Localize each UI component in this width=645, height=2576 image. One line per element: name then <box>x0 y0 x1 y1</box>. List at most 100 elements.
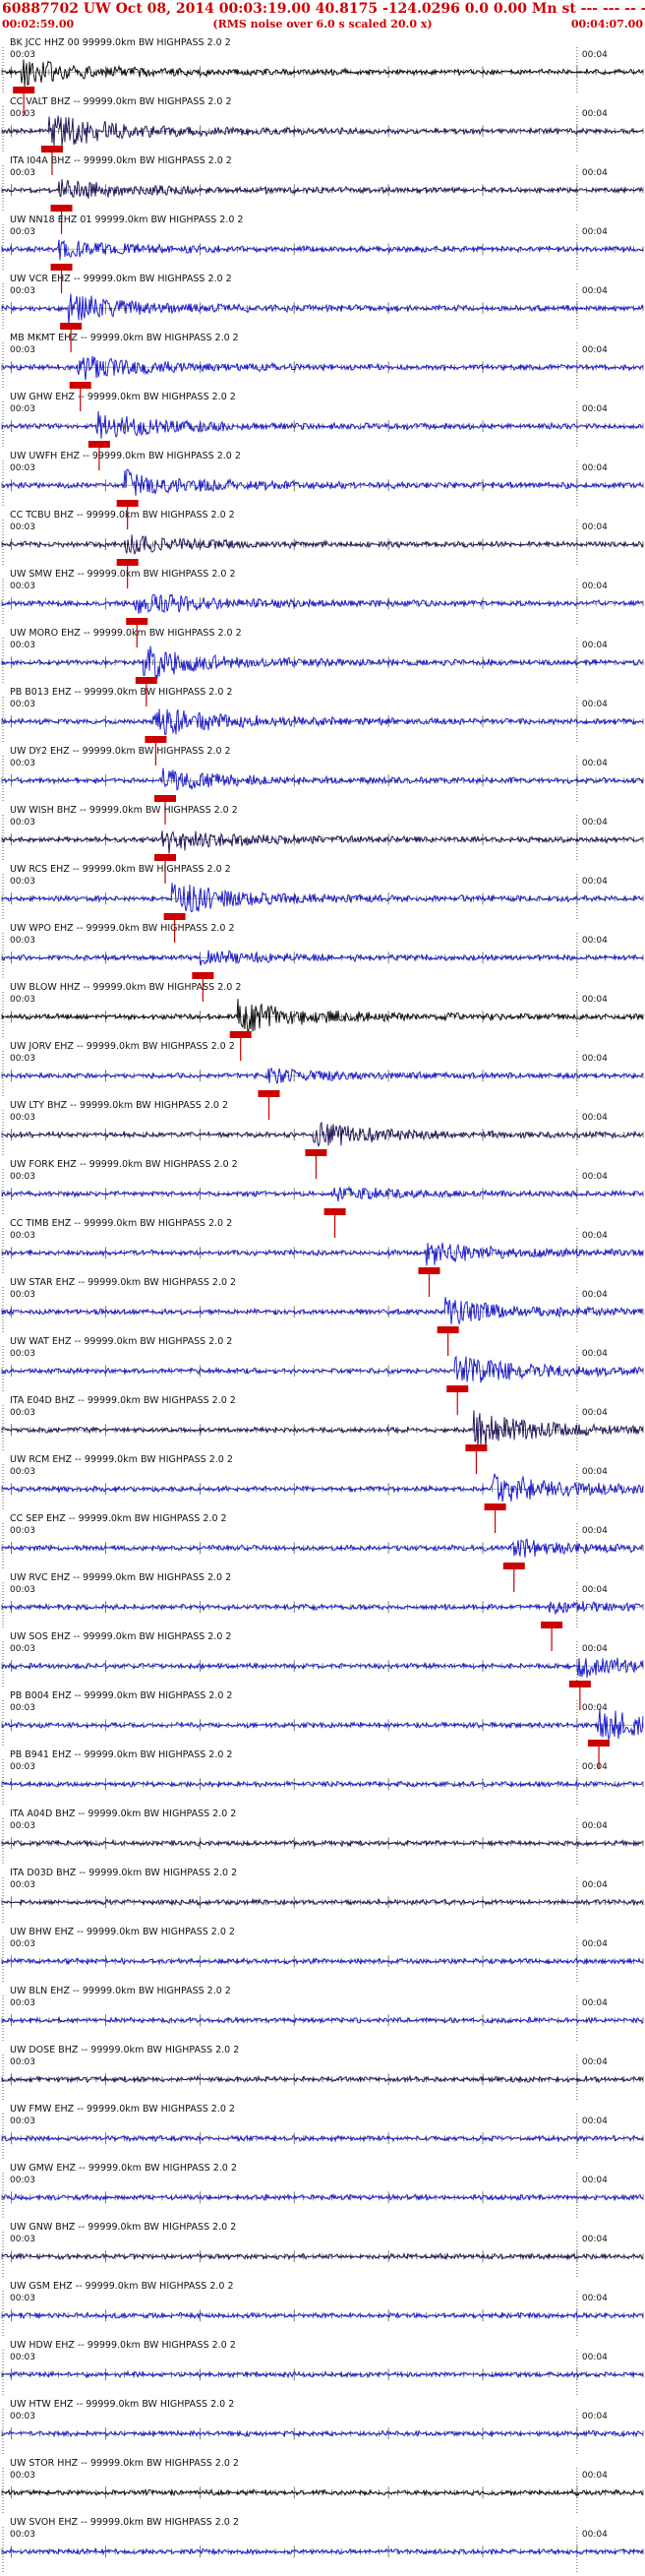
station-label: UW SVOH EHZ -- 99999.0km BW HIGHPASS 2.0… <box>10 2517 239 2528</box>
station-label: UW VCR EHZ -- 99999.0km BW HIGHPASS 2.0 … <box>10 274 232 284</box>
station-label: UW STAR EHZ -- 99999.0km BW HIGHPASS 2.0… <box>10 1277 236 1288</box>
station-label: UW HDW EHZ -- 99999.0km BW HIGHPASS 2.0 … <box>10 2340 236 2351</box>
tick-label-right: 00:04 <box>582 2116 608 2126</box>
station-label: UW MORO EHZ -- 99999.0km BW HIGHPASS 2.0… <box>10 628 242 639</box>
tick-label-left: 00:03 <box>10 286 35 296</box>
tick-label-left: 00:03 <box>10 1113 35 1123</box>
tick-label-left: 00:03 <box>10 582 35 591</box>
tick-label-left: 00:03 <box>10 759 35 768</box>
station-label: CC VALT BHZ -- 99999.0km BW HIGHPASS 2.0… <box>10 96 232 107</box>
tick-label-right: 00:04 <box>582 1172 608 1182</box>
header-end-time: 00:04:07.00 <box>571 18 644 31</box>
tick-label-right: 00:04 <box>582 1467 608 1477</box>
tick-label-left: 00:03 <box>10 50 35 60</box>
header-start-time: 00:02:59.00 <box>2 18 75 31</box>
tick-label-right: 00:04 <box>582 1054 608 1064</box>
tick-label-left: 00:03 <box>10 109 35 119</box>
station-label: PB B941 EHZ -- 99999.0km BW HIGHPASS 2.0… <box>10 1749 232 1760</box>
station-label: CC TIMB EHZ -- 99999.0km BW HIGHPASS 2.0… <box>10 1218 232 1229</box>
tick-label-right: 00:04 <box>582 50 608 60</box>
station-label: UW FMW EHZ -- 99999.0km BW HIGHPASS 2.0 … <box>10 2104 235 2115</box>
tick-label-left: 00:03 <box>10 1467 35 1477</box>
station-label: UW RCM EHZ -- 99999.0km BW HIGHPASS 2.0 … <box>10 1454 233 1465</box>
tick-label-right: 00:04 <box>582 2530 608 2540</box>
header-title: 60887702 UW Oct 08, 2014 00:03:19.00 40.… <box>2 1 645 17</box>
tick-label-right: 00:04 <box>582 936 608 946</box>
tick-label-left: 00:03 <box>10 877 35 887</box>
tick-label-left: 00:03 <box>10 522 35 532</box>
tick-label-left: 00:03 <box>10 2235 35 2244</box>
tick-label-left: 00:03 <box>10 2530 35 2540</box>
tick-label-right: 00:04 <box>582 404 608 414</box>
tick-label-left: 00:03 <box>10 1349 35 1359</box>
tick-label-right: 00:04 <box>582 2294 608 2303</box>
tick-label-left: 00:03 <box>10 1172 35 1182</box>
tick-label-right: 00:04 <box>582 759 608 768</box>
tick-label-right: 00:04 <box>582 463 608 473</box>
station-label: ITA A04D BHZ -- 99999.0km BW HIGHPASS 2.… <box>10 1809 236 1819</box>
station-label: PB B013 EHZ -- 99999.0km BW HIGHPASS 2.0… <box>10 687 232 698</box>
plot-background <box>0 0 645 2576</box>
station-label: UW GMW EHZ -- 99999.0km BW HIGHPASS 2.0 … <box>10 2163 237 2174</box>
station-label: UW BLN EHZ -- 99999.0km BW HIGHPASS 2.0 … <box>10 1986 231 1996</box>
tick-label-left: 00:03 <box>10 2176 35 2185</box>
tick-label-left: 00:03 <box>10 1644 35 1654</box>
tick-label-left: 00:03 <box>10 1290 35 1300</box>
tick-label-right: 00:04 <box>582 582 608 591</box>
tick-label-left: 00:03 <box>10 1762 35 1772</box>
tick-label-right: 00:04 <box>582 1290 608 1300</box>
tick-label-right: 00:04 <box>582 1939 608 1949</box>
station-label: UW UWFH EHZ -- 99999.0km BW HIGHPASS 2.0… <box>10 451 241 461</box>
tick-label-right: 00:04 <box>582 2412 608 2422</box>
station-label: UW GHW EHZ -- 99999.0km BW HIGHPASS 2.0 … <box>10 392 236 402</box>
tick-label-right: 00:04 <box>582 1998 608 2008</box>
tick-label-left: 00:03 <box>10 1998 35 2008</box>
tick-label-right: 00:04 <box>582 1585 608 1595</box>
tick-label-right: 00:04 <box>582 1231 608 1241</box>
station-label: UW RCS EHZ -- 99999.0km BW HIGHPASS 2.0 … <box>10 864 231 875</box>
tick-label-left: 00:03 <box>10 1526 35 1536</box>
station-label: UW WISH BHZ -- 99999.0km BW HIGHPASS 2.0… <box>10 805 238 816</box>
tick-label-right: 00:04 <box>582 345 608 355</box>
tick-label-right: 00:04 <box>582 700 608 709</box>
tick-label-right: 00:04 <box>582 2353 608 2362</box>
tick-label-left: 00:03 <box>10 2057 35 2067</box>
tick-label-left: 00:03 <box>10 2412 35 2422</box>
station-label: UW HTW EHZ -- 99999.0km BW HIGHPASS 2.0 … <box>10 2399 234 2410</box>
tick-label-right: 00:04 <box>582 227 608 237</box>
station-label: ITA D03D BHZ -- 99999.0km BW HIGHPASS 2.… <box>10 1868 237 1878</box>
station-label: UW GSM EHZ -- 99999.0km BW HIGHPASS 2.0 … <box>10 2281 234 2292</box>
tick-label-right: 00:04 <box>582 1113 608 1123</box>
station-label: CC TCBU BHZ -- 99999.0km BW HIGHPASS 2.0… <box>10 510 235 521</box>
station-label: ITA E04D BHZ -- 99999.0km BW HIGHPASS 2.… <box>10 1395 236 1406</box>
station-label: UW GNW BHZ -- 99999.0km BW HIGHPASS 2.0 … <box>10 2222 236 2233</box>
tick-label-right: 00:04 <box>582 1703 608 1713</box>
tick-label-left: 00:03 <box>10 995 35 1005</box>
tick-label-left: 00:03 <box>10 404 35 414</box>
station-label: UW SOS EHZ -- 99999.0km BW HIGHPASS 2.0 … <box>10 1631 231 1642</box>
tick-label-left: 00:03 <box>10 463 35 473</box>
station-label: UW BHW EHZ -- 99999.0km BW HIGHPASS 2.0 … <box>10 1927 235 1937</box>
tick-label-right: 00:04 <box>582 109 608 119</box>
tick-label-left: 00:03 <box>10 1054 35 1064</box>
station-label: UW NN18 EHZ 01 99999.0km BW HIGHPASS 2.0… <box>10 215 243 225</box>
tick-label-right: 00:04 <box>582 818 608 828</box>
tick-label-right: 00:04 <box>582 641 608 650</box>
station-label: UW STOR HHZ -- 99999.0km BW HIGHPASS 2.0… <box>10 2458 239 2469</box>
tick-label-left: 00:03 <box>10 1231 35 1241</box>
tick-label-left: 00:03 <box>10 345 35 355</box>
tick-label-left: 00:03 <box>10 1880 35 1890</box>
station-label: UW LTY BHZ -- 99999.0km BW HIGHPASS 2.0 … <box>10 1100 228 1111</box>
tick-label-right: 00:04 <box>582 1821 608 1831</box>
station-label: UW DY2 EHZ -- 99999.0km BW HIGHPASS 2.0 … <box>10 746 231 757</box>
tick-label-left: 00:03 <box>10 818 35 828</box>
tick-label-right: 00:04 <box>582 1349 608 1359</box>
station-label: UW FORK EHZ -- 99999.0km BW HIGHPASS 2.0… <box>10 1159 238 1170</box>
tick-label-left: 00:03 <box>10 1585 35 1595</box>
tick-label-left: 00:03 <box>10 2353 35 2362</box>
tick-label-left: 00:03 <box>10 700 35 709</box>
tick-label-right: 00:04 <box>582 1762 608 1772</box>
station-label: UW SMW EHZ -- 99999.0km BW HIGHPASS 2.0 … <box>10 569 236 580</box>
tick-label-left: 00:03 <box>10 168 35 178</box>
tick-label-left: 00:03 <box>10 227 35 237</box>
